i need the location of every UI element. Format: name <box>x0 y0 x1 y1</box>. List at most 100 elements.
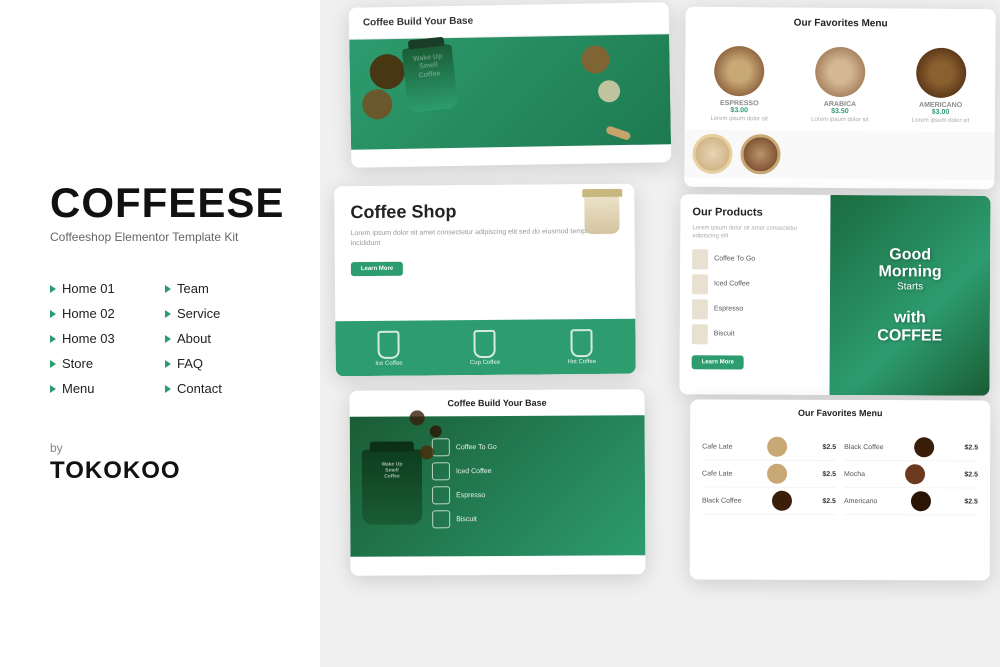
product-espresso: Espresso <box>692 299 818 320</box>
bean-2 <box>430 425 442 437</box>
p-icon-4 <box>432 510 450 528</box>
nav-bullet <box>165 285 171 293</box>
nav-col-2: Team Service About FAQ Contact <box>165 276 280 401</box>
floating-cup <box>579 189 625 247</box>
card2-body: ESPRESSO $3.00 Lorem ipsum dolor sit ARA… <box>685 38 996 133</box>
nav-item-about[interactable]: About <box>165 326 280 351</box>
product-name-1: Coffee To Go <box>714 256 755 263</box>
nav-item-service[interactable]: Service <box>165 301 280 326</box>
menu-dot-3 <box>772 491 792 511</box>
product-icon-1 <box>692 249 708 269</box>
arabica-img <box>815 47 865 97</box>
nav-bullet <box>50 310 56 318</box>
card5-products: Coffee To Go Iced Coffee Espresso Biscui… <box>432 437 633 534</box>
card-coffee-build-top: Coffee Build Your Base Wake Up Smell Cof… <box>349 2 672 168</box>
learn-more-btn[interactable]: Learn More <box>351 261 403 275</box>
product-icon-2 <box>692 274 708 294</box>
card-favorites-menu-top: Our Favorites Menu ESPRESSO $3.00 Lorem … <box>684 7 996 190</box>
saucer-1 <box>692 134 732 174</box>
by-label: by <box>50 441 280 455</box>
menu-col-1: Cafe Late $2.5 Cafe Late $2.5 Black Coff… <box>702 434 836 515</box>
card2-bottom-row <box>684 130 994 181</box>
menu-item-4: Black Coffee $2.5 <box>844 434 978 461</box>
nav-bullet <box>165 310 171 318</box>
nav-item-contact[interactable]: Contact <box>165 376 280 401</box>
p-label-3: Espresso <box>456 492 485 499</box>
product-icon-3 <box>692 299 708 319</box>
p-icon-2 <box>432 462 450 480</box>
card4-title: Our Products <box>692 206 818 219</box>
americano-price: $3.00 <box>894 108 987 116</box>
card-our-products: Our Products Lorem ipsum dolor sit amet … <box>679 194 990 396</box>
good-morning-tagline: GoodMorningStartswithCOFFEE <box>867 236 953 355</box>
nav-grid: Home 01 Home 02 Home 03 Store Menu <box>50 276 280 401</box>
nav-item-menu[interactable]: Menu <box>50 376 165 401</box>
product-name-2: Iced Coffee <box>714 281 750 288</box>
nav-item-home02[interactable]: Home 02 <box>50 301 165 326</box>
menu-item-2: Cafe Late $2.5 <box>702 461 836 488</box>
service-cup-coffee: Cup Coffee <box>470 329 501 365</box>
card5-body: Wake UpSmellCoffee Coffee To Go Iced Cof… <box>350 415 646 557</box>
nav-item-faq[interactable]: FAQ <box>165 351 280 376</box>
americano-desc: Lorem ipsum dolor sit <box>894 117 987 124</box>
creator-name: TOKOKOO <box>50 457 280 485</box>
espresso-price: $3.00 <box>693 107 786 115</box>
card-coffee-shop: Coffee Shop Lorem ipsum dolor sit amet c… <box>334 184 636 377</box>
p-icon-1 <box>432 438 450 456</box>
card2-title: Our Favorites Menu <box>686 7 996 41</box>
arabica-desc: Lorem ipsum dolor sit <box>793 117 886 124</box>
card5-header: Coffee Build Your Base <box>350 389 645 417</box>
menu-item-3: Black Coffee $2.5 <box>702 488 836 515</box>
right-panel: Coffee Build Your Base Wake Up Smell Cof… <box>320 0 1000 667</box>
p4: Biscuit <box>432 509 633 528</box>
nav-bullet <box>165 385 171 393</box>
menu-columns: Cafe Late $2.5 Cafe Late $2.5 Black Coff… <box>702 434 978 516</box>
p-icon-3 <box>432 486 450 504</box>
nav-item-team[interactable]: Team <box>165 276 280 301</box>
p-label-2: Iced Coffee <box>456 468 492 475</box>
product-coffee-to-go: Coffee To Go <box>692 249 818 270</box>
card4-right: GoodMorningStartswithCOFFEE <box>829 195 990 396</box>
card3-footer: Ice Coffee Cup Coffee Hot Coffee <box>335 319 635 377</box>
nav-bullet <box>165 360 171 368</box>
card3-title: Coffee Shop <box>350 200 618 223</box>
menu-dot-6 <box>911 491 931 511</box>
ingredient-cinnamon <box>362 89 393 120</box>
menu-item-6: Americano $2.5 <box>844 488 978 515</box>
service-hot-coffee: Hot Coffee <box>567 329 596 365</box>
ice-coffee-label: Ice Coffee <box>375 360 402 366</box>
p-label-4: Biscuit <box>456 516 477 523</box>
menu-dot-5 <box>905 464 925 484</box>
product-biscuit: Biscuit <box>692 324 818 345</box>
learn-more-btn-2[interactable]: Learn More <box>692 355 744 369</box>
ice-coffee-icon <box>378 330 400 358</box>
card-coffee-build-bottom: Coffee Build Your Base Wake UpSmellCoffe… <box>350 389 646 576</box>
product-name-4: Biscuit <box>714 331 735 338</box>
card4-left: Our Products Lorem ipsum dolor sit amet … <box>679 194 830 395</box>
card4-desc: Lorem ipsum dolor sit amet consectetur a… <box>692 224 818 241</box>
creator-section: by TOKOKOO <box>50 441 280 485</box>
arabica-price: $3.50 <box>794 108 887 116</box>
card-favorites-menu-bottom: Our Favorites Menu Cafe Late $2.5 Cafe L… <box>690 399 991 580</box>
nav-item-store[interactable]: Store <box>50 351 165 376</box>
product-iced-coffee: Iced Coffee <box>692 274 818 295</box>
main-cup: Wake Up Smell Coffee <box>402 44 458 113</box>
p-label-1: Coffee To Go <box>456 444 497 451</box>
card6-title: Our Favorites Menu <box>690 399 990 426</box>
nav-item-home03[interactable]: Home 03 <box>50 326 165 351</box>
menu-item-5: Mocha $2.5 <box>844 461 978 488</box>
espresso-img <box>714 46 764 96</box>
hot-coffee-label: Hot Coffee <box>567 359 596 365</box>
espresso-desc: Lorem ipsum dolor sit <box>693 116 786 123</box>
nav-bullet <box>50 335 56 343</box>
nav-item-home01[interactable]: Home 01 <box>50 276 165 301</box>
nav-col-1: Home 01 Home 02 Home 03 Store Menu <box>50 276 165 401</box>
cup-coffee-icon <box>474 329 496 357</box>
menu-item-1: Cafe Late $2.5 <box>702 434 836 461</box>
nav-bullet <box>165 335 171 343</box>
hot-coffee-icon <box>570 329 592 357</box>
menu-dot-1 <box>767 437 787 457</box>
service-ice-coffee: Ice Coffee <box>375 330 403 366</box>
ingredient-cacao <box>581 45 609 73</box>
cup-coffee-label: Cup Coffee <box>470 359 500 365</box>
